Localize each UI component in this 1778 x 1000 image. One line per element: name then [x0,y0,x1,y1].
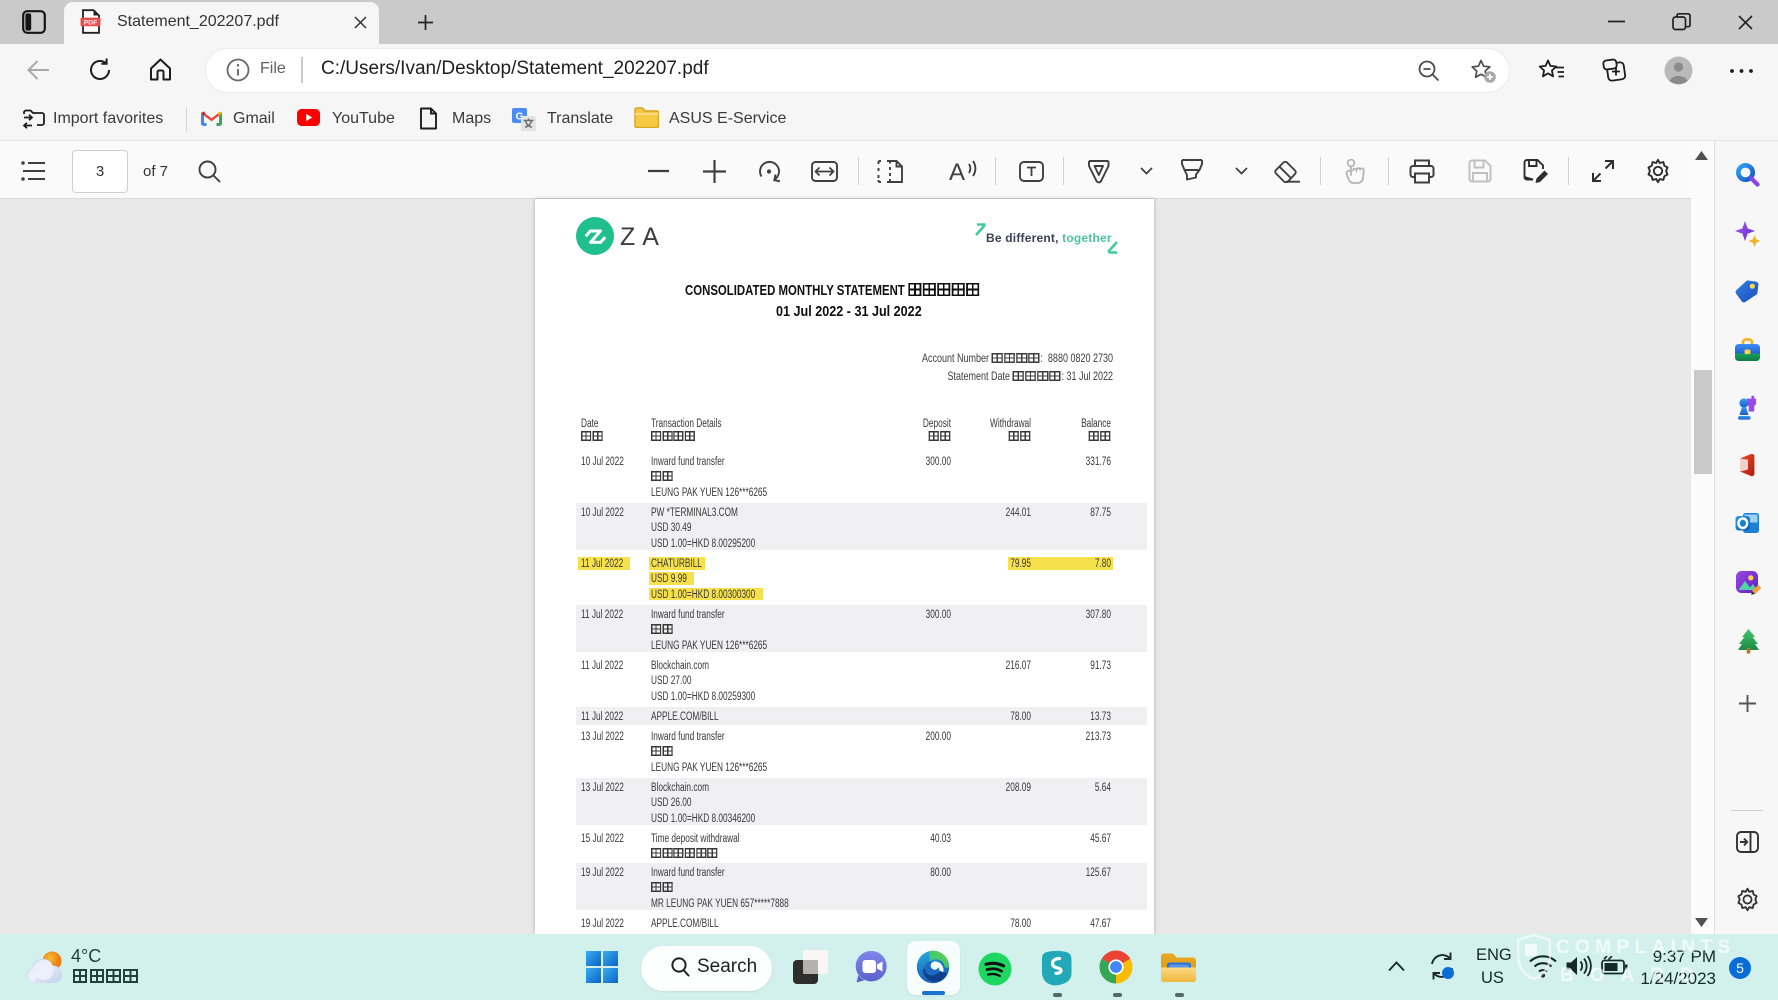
svg-text:PDF: PDF [84,19,97,26]
svg-text:A: A [949,159,965,184]
